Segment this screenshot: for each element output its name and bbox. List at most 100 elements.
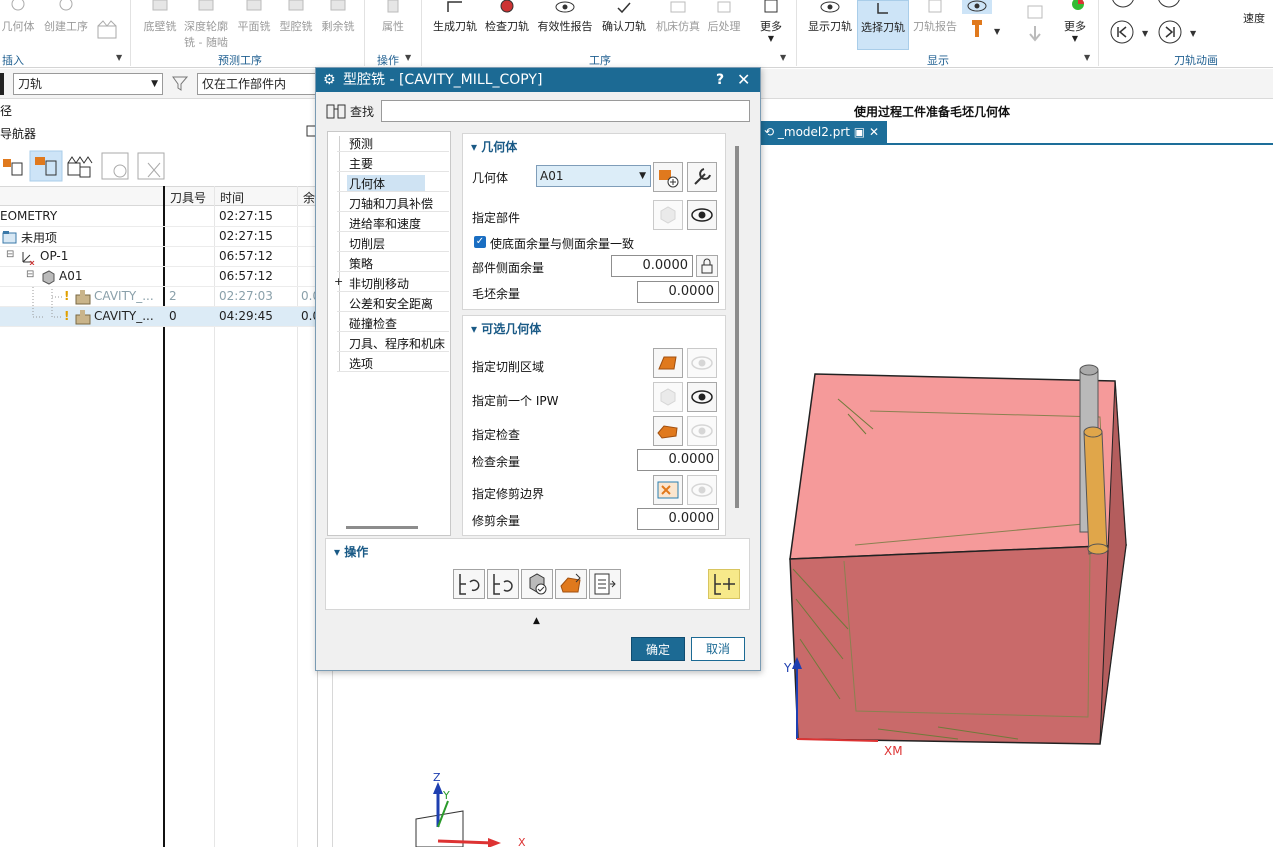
group-process-caret[interactable]: ▼	[780, 53, 786, 62]
display-path-button[interactable]	[708, 569, 740, 599]
nav-item-geometry[interactable]: 几何体	[347, 175, 426, 192]
show-check-button[interactable]	[687, 416, 717, 446]
dialog-titlebar[interactable]: ⚙ 型腔铣 - [CAVITY_MILL_COPY] ? ✕	[316, 68, 760, 92]
verify-button[interactable]	[521, 569, 553, 599]
create-operation-button[interactable]: 创建工序	[42, 0, 90, 34]
layers-icon[interactable]	[1024, 4, 1046, 44]
lock-button[interactable]	[696, 255, 718, 277]
check-stock-input[interactable]: 0.0000	[637, 449, 719, 471]
cavity-mill-button[interactable]: 型腔铣	[276, 0, 316, 34]
tree-expander[interactable]: +	[334, 275, 343, 288]
col-time[interactable]: 时间	[220, 189, 244, 206]
verify-path-button[interactable]: 检查刀轨	[482, 0, 532, 34]
face-mill-button[interactable]: 平面铣	[234, 0, 274, 34]
show-path-button[interactable]: 显示刀轨	[804, 0, 856, 34]
show-trim-button[interactable]	[687, 475, 717, 505]
cut-area-button[interactable]	[653, 348, 683, 378]
validity-report-button[interactable]: 有效性报告	[534, 0, 596, 34]
help-icon[interactable]: ?	[716, 68, 724, 92]
path-report-button[interactable]: 刀轨报告	[910, 0, 960, 34]
collapse-toggle[interactable]: ⊟	[26, 269, 34, 280]
postprocess-button[interactable]: 后处理	[704, 0, 744, 34]
properties-button[interactable]: 属性	[374, 0, 412, 34]
specify-part-button[interactable]	[653, 200, 683, 230]
create-item-icon[interactable]	[101, 152, 129, 180]
list-button[interactable]	[589, 569, 621, 599]
col-tool-number[interactable]: 刀具号	[170, 189, 206, 206]
show-ipw-button[interactable]	[687, 382, 717, 412]
svg-text:▼: ▼	[994, 27, 1001, 36]
prev-ipw-button[interactable]	[653, 382, 683, 412]
horizontal-scrollbar[interactable]	[346, 526, 418, 529]
more-process-button[interactable]: 更多 ▼	[756, 0, 786, 43]
group-operation-caret[interactable]: ▼	[405, 53, 411, 62]
nav-item-tool-axis[interactable]: 刀轴和刀具补偿	[349, 195, 433, 212]
table-row[interactable]: 未用项 02:27:15	[0, 227, 318, 247]
find-input[interactable]	[381, 100, 750, 122]
vertical-scrollbar[interactable]	[735, 146, 739, 508]
depth-contour-button[interactable]: 深度轮廓 铣 - 随啮	[182, 0, 230, 50]
optional-section-header[interactable]: ▾ 可选几何体	[471, 320, 541, 337]
show-part-button[interactable]	[687, 200, 717, 230]
nav-item-collision[interactable]: 碰撞检查	[349, 315, 397, 332]
floor-wall-button[interactable]: 底壁铣	[140, 0, 180, 34]
col-stock[interactable]: 余	[303, 189, 315, 206]
trim-stock-input[interactable]: 0.0000	[637, 508, 719, 530]
nav-item-feed-speed[interactable]: 进给率和速度	[349, 215, 421, 232]
nav-item-predict[interactable]: 预测	[349, 135, 373, 152]
select-path-button[interactable]: 选择刀轨	[857, 0, 909, 50]
actions-section-header[interactable]: ▾ 操作	[334, 543, 368, 560]
anim-top-left-icon[interactable]	[1110, 0, 1140, 10]
collapse-toggle[interactable]: ⊟	[6, 249, 14, 260]
ipw-action-button[interactable]	[555, 569, 587, 599]
more-display-button[interactable]: 更多 ▼	[1058, 0, 1092, 43]
cancel-button[interactable]: 取消	[691, 637, 745, 661]
trim-boundary-label: 指定修剪边界	[472, 487, 545, 501]
trim-boundary-button[interactable]	[653, 475, 683, 505]
nav-item-tolerance[interactable]: 公差和安全距离	[349, 295, 433, 312]
nav-item-tool-program[interactable]: 刀具、程序和机床	[349, 335, 445, 352]
nav-item-strategy[interactable]: 策略	[349, 255, 373, 272]
nav-item-non-cutting[interactable]: 非切削移动	[349, 275, 409, 292]
scope-combo[interactable]: 仅在工作部件内	[197, 73, 317, 95]
tool-display-icon[interactable]: ▼	[968, 18, 1004, 40]
check-geometry-button[interactable]	[653, 416, 683, 446]
step-back-icon[interactable]: ▼	[1108, 18, 1154, 46]
svg-text:▼: ▼	[1142, 29, 1149, 38]
generate-button[interactable]	[453, 569, 485, 599]
geometry-select[interactable]: A01 ▼	[536, 165, 651, 187]
new-geometry-button[interactable]	[653, 162, 683, 192]
collapse-arrow-icon[interactable]: ▲	[533, 616, 540, 626]
edit-geometry-button[interactable]	[687, 162, 717, 192]
generate-path-button[interactable]: 生成刀轨	[430, 0, 480, 34]
nav-item-cut-levels[interactable]: 切削层	[349, 235, 385, 252]
group-insert-caret[interactable]: ▼	[116, 53, 122, 62]
group-display-caret[interactable]: ▼	[1084, 53, 1090, 62]
nav-item-options[interactable]: 选项	[349, 355, 373, 372]
machine-view-icon[interactable]	[67, 156, 93, 178]
close-icon[interactable]: ✕	[737, 68, 750, 92]
step-forward-icon[interactable]: ▼	[1156, 18, 1202, 46]
blank-stock-input[interactable]: 0.0000	[637, 281, 719, 303]
table-row[interactable]: EOMETRY 02:27:15	[0, 207, 318, 227]
part-side-stock-input[interactable]: 0.0000	[611, 255, 693, 277]
table-row[interactable]: ⊟ A01 06:57:12	[0, 267, 318, 287]
geometry-button[interactable]: 几何体	[0, 0, 36, 34]
nav-item-main[interactable]: 主要	[349, 155, 373, 172]
ok-button[interactable]: 确定	[631, 637, 685, 661]
binoculars-icon	[326, 104, 346, 119]
rest-mill-button[interactable]: 剩余铣	[318, 0, 358, 34]
replay-button[interactable]	[487, 569, 519, 599]
type-filter-combo[interactable]: 刀轨 ▼	[13, 73, 163, 95]
stock-checkbox[interactable]: ✓	[474, 236, 486, 248]
table-row[interactable]: ⊟ OP-1 06:57:12	[0, 247, 318, 267]
geometry-section-header[interactable]: ▾ 几何体	[471, 138, 517, 155]
confirm-path-button[interactable]: 确认刀轨	[598, 0, 650, 34]
display-eye-icon[interactable]	[962, 0, 992, 14]
machine-sim-button[interactable]: 机床仿真	[652, 0, 704, 34]
show-cut-area-button[interactable]	[687, 348, 717, 378]
anim-top-right-icon[interactable]	[1156, 0, 1186, 10]
filter-icon[interactable]	[170, 75, 192, 93]
delete-item-icon[interactable]	[137, 152, 165, 180]
mill-geometry-icon[interactable]	[95, 18, 121, 42]
